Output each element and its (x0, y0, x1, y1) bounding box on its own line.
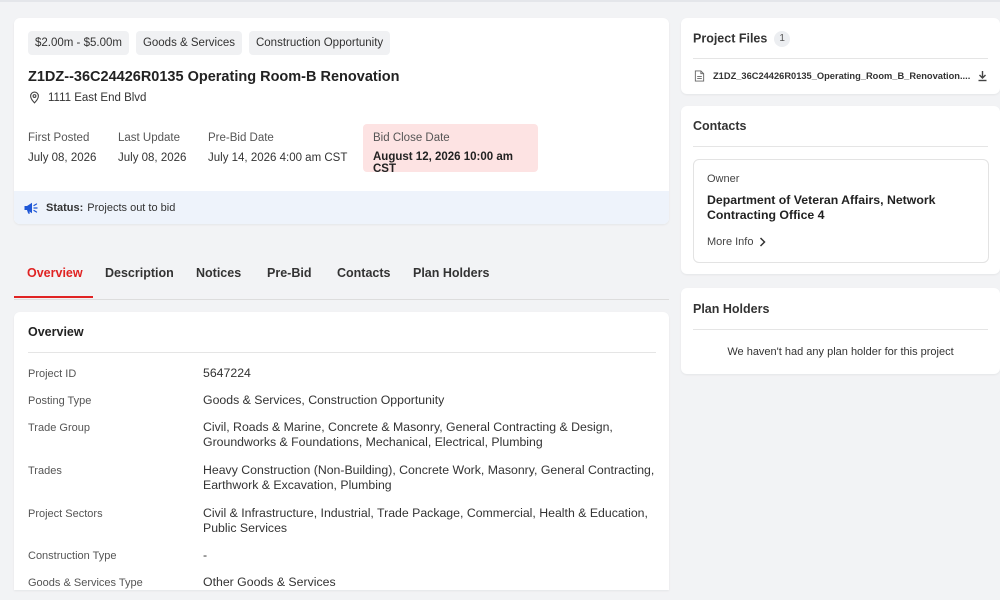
chevron-right-icon (760, 237, 767, 247)
last-update-value: July 08, 2026 (118, 152, 187, 164)
tab-bar: Overview Description Notices Pre-Bid Con… (14, 256, 669, 300)
tag-list: $2.00m - $5.00m Goods & Services Constru… (28, 31, 391, 55)
row-value: Other Goods & Services (203, 575, 336, 589)
divider (693, 58, 988, 59)
owner-label: Owner (707, 173, 740, 185)
file-item[interactable]: Z1DZ_36C24426R0135_Operating_Room_B_Reno… (694, 70, 989, 82)
top-border (0, 0, 1000, 2)
megaphone-icon (24, 202, 38, 214)
project-files-title: Project Files (693, 31, 768, 46)
first-posted-value: July 08, 2026 (28, 152, 97, 164)
tab-notices[interactable]: Notices (196, 266, 241, 280)
plan-holders-empty-text: We haven't had any plan holder for this … (727, 346, 954, 358)
row-value: Heavy Construction (Non-Building), Concr… (203, 463, 655, 492)
project-address: 1111 East End Blvd (28, 91, 146, 104)
row-label: Project ID (28, 368, 77, 380)
plan-holders-card: Plan Holders We haven't had any plan hol… (681, 288, 1000, 374)
file-count-badge: 1 (774, 31, 790, 47)
row-value: Goods & Services, Construction Opportuni… (203, 393, 445, 407)
more-info-link[interactable]: More Info (707, 236, 767, 248)
tab-contacts[interactable]: Contacts (337, 266, 390, 280)
tab-plan-holders[interactable]: Plan Holders (413, 266, 489, 280)
row-value: 5647224 (203, 366, 251, 380)
category-tag: Goods & Services (135, 31, 242, 55)
overview-card: Overview Project ID 5647224 Posting Type… (14, 312, 669, 590)
first-posted: First Posted July 08, 2026 (28, 132, 96, 164)
pre-bid-date: Pre-Bid Date July 14, 2026 4:00 am CST (208, 132, 347, 164)
active-tab-indicator (14, 296, 93, 298)
status-label: Status: (46, 201, 84, 214)
row-label: Trades (28, 465, 62, 477)
plan-holders-title: Plan Holders (693, 302, 770, 316)
address-text: 1111 East End Blvd (48, 91, 147, 104)
pre-bid-date-value: July 14, 2026 4:00 am CST (208, 152, 348, 164)
contacts-title: Contacts (693, 119, 747, 133)
last-update-label: Last Update (118, 132, 181, 144)
tab-pre-bid[interactable]: Pre-Bid (267, 266, 311, 280)
divider (693, 329, 988, 330)
row-label: Trade Group (28, 422, 90, 434)
owner-contact-box: Owner Department of Veteran Affairs, Net… (693, 159, 989, 263)
budget-tag: $2.00m - $5.00m (28, 31, 129, 55)
divider (28, 352, 656, 353)
tab-description[interactable]: Description (105, 266, 174, 280)
row-label: Posting Type (28, 395, 92, 407)
project-title: Z1DZ--36C24426R0135 Operating Room-B Ren… (28, 69, 400, 85)
row-value: - (203, 548, 208, 562)
owner-name: Department of Veteran Affairs, Network C… (707, 193, 936, 222)
overview-heading: Overview (28, 325, 84, 339)
bid-close-value: August 12, 2026 10:00 am CST (373, 151, 513, 175)
row-value: Civil & Infrastructure, Industrial, Trad… (203, 506, 648, 535)
download-icon[interactable] (977, 70, 988, 82)
bid-close-label: Bid Close Date (373, 132, 450, 144)
status-value: Projects out to bid (87, 201, 176, 214)
more-info-label[interactable]: More Info (707, 236, 753, 248)
row-value: Civil, Roads & Marine, Concrete & Masonr… (203, 420, 613, 449)
file-name[interactable]: Z1DZ_36C24426R0135_Operating_Room_B_Reno… (713, 71, 971, 81)
divider (693, 146, 988, 147)
tab-overview[interactable]: Overview (27, 266, 83, 280)
contacts-card: Contacts Owner Department of Veteran Aff… (681, 106, 1000, 274)
row-label: Goods & Services Type (28, 577, 143, 589)
document-icon (694, 70, 705, 82)
status-bar: Status: Projects out to bid (14, 191, 669, 224)
project-files-heading: Project Files 1 (693, 31, 790, 47)
opportunity-tag: Construction Opportunity (248, 31, 391, 55)
bid-close-date: Bid Close Date August 12, 2026 10:00 am … (363, 124, 538, 175)
location-pin-icon (30, 91, 39, 104)
pre-bid-date-label: Pre-Bid Date (208, 132, 274, 144)
first-posted-label: First Posted (28, 132, 90, 144)
project-header-card: $2.00m - $5.00m Goods & Services Constru… (14, 18, 669, 224)
last-update: Last Update July 08, 2026 (118, 132, 186, 164)
row-label: Construction Type (28, 550, 117, 562)
project-files-card: Project Files 1 Z1DZ_36C24426R0135_Operat… (681, 18, 1000, 94)
row-label: Project Sectors (28, 508, 103, 520)
